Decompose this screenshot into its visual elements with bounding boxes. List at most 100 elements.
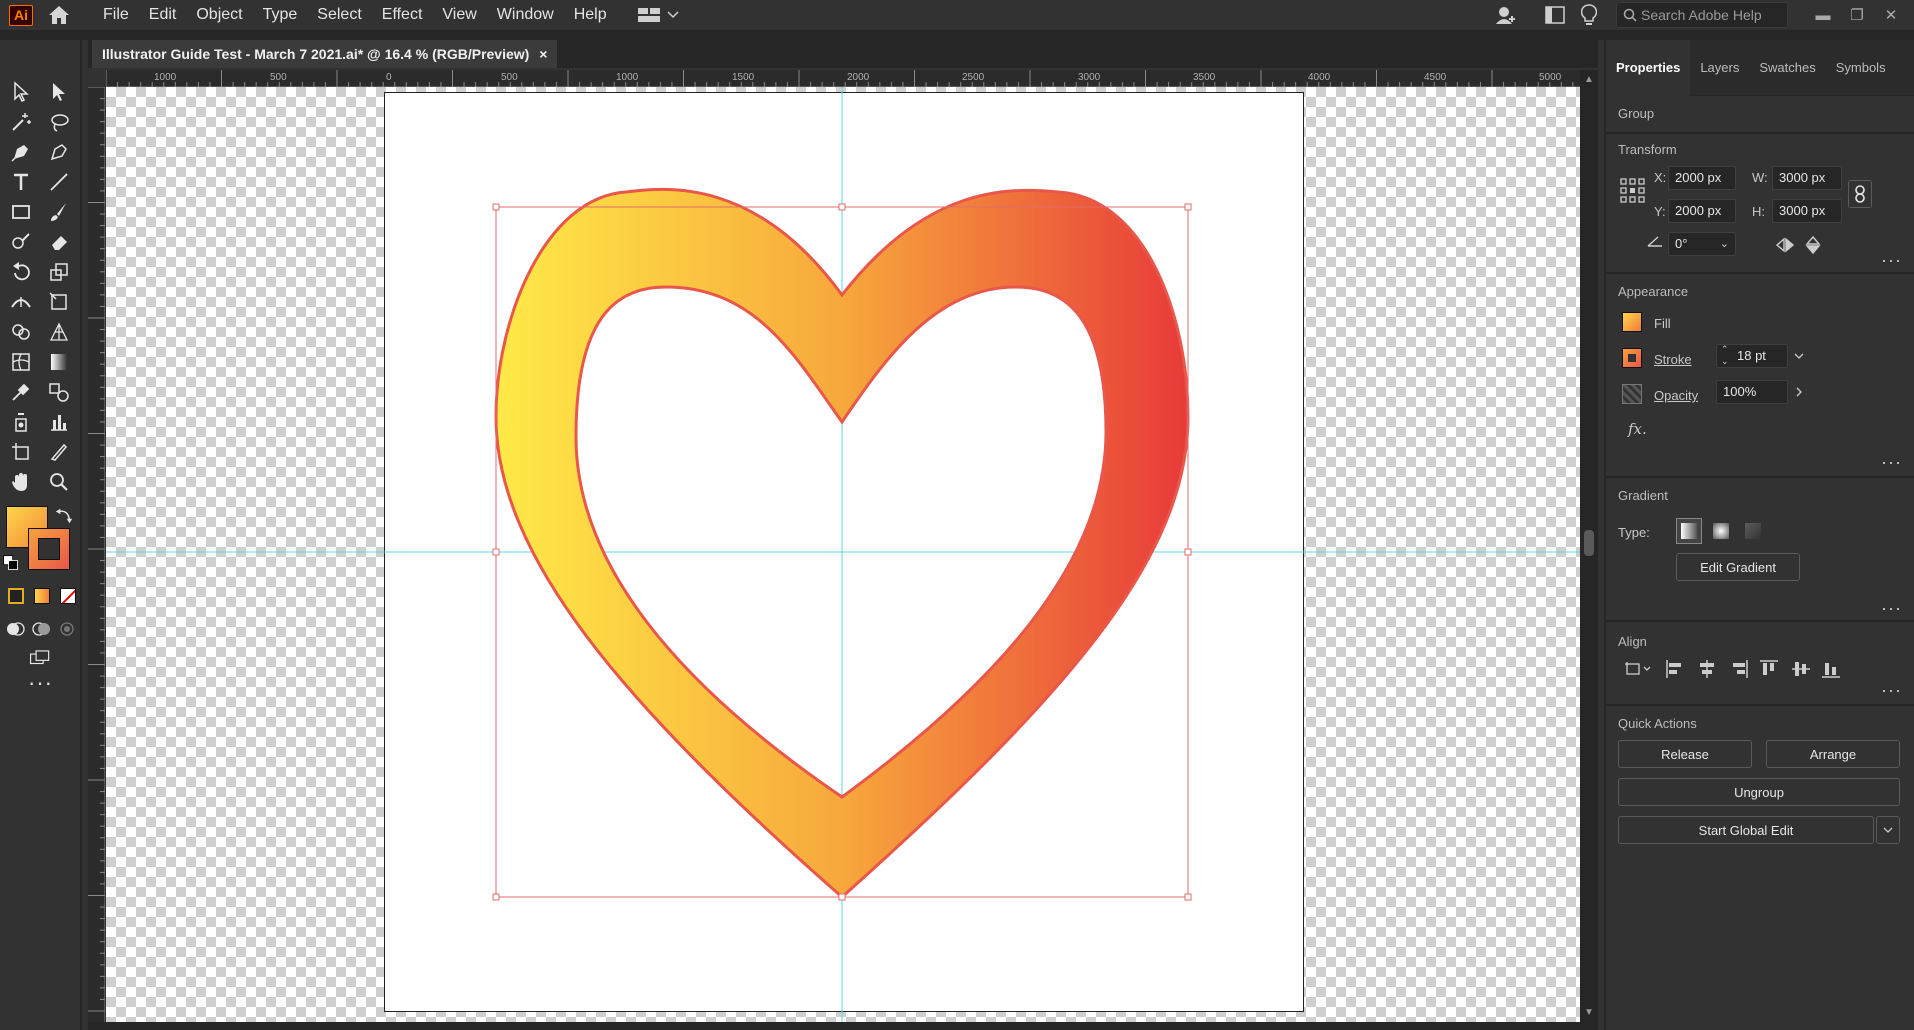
eraser-tool-icon[interactable] bbox=[44, 228, 74, 256]
x-field[interactable]: 2000 px bbox=[1668, 166, 1736, 190]
shaper-tool-icon[interactable] bbox=[6, 228, 36, 256]
lightbulb-icon[interactable] bbox=[1572, 4, 1606, 26]
document-tab[interactable]: Illustrator Guide Test - March 7 2021.ai… bbox=[92, 40, 558, 68]
menu-type[interactable]: Type bbox=[253, 0, 308, 30]
draw-normal-icon[interactable] bbox=[4, 618, 26, 640]
reference-point-icon[interactable] bbox=[1620, 178, 1646, 204]
constrain-proportions-icon[interactable] bbox=[1848, 180, 1872, 208]
arrange-documents-icon[interactable] bbox=[1538, 6, 1572, 24]
hand-tool-icon[interactable] bbox=[6, 468, 36, 496]
scroll-up-icon[interactable]: ▲ bbox=[1584, 74, 1594, 85]
symbol-sprayer-tool-icon[interactable] bbox=[6, 408, 36, 436]
rotate-tool-icon[interactable] bbox=[6, 258, 36, 286]
align-left-icon[interactable] bbox=[1664, 658, 1686, 680]
selection-tool-icon[interactable] bbox=[6, 78, 36, 106]
eyedropper-tool-icon[interactable] bbox=[6, 378, 36, 406]
workspace-switcher[interactable] bbox=[637, 7, 679, 23]
menu-window[interactable]: Window bbox=[487, 0, 564, 30]
close-window-icon[interactable]: ✕ bbox=[1874, 6, 1908, 24]
lasso-tool-icon[interactable] bbox=[44, 108, 74, 136]
menu-select[interactable]: Select bbox=[307, 0, 371, 30]
ungroup-button[interactable]: Ungroup bbox=[1618, 778, 1900, 806]
gradient-more-icon[interactable]: ··· bbox=[1881, 598, 1902, 619]
width-tool-icon[interactable] bbox=[6, 288, 36, 316]
y-field[interactable]: 2000 px bbox=[1668, 199, 1736, 223]
gradient-mode-button[interactable] bbox=[34, 588, 50, 604]
menu-edit[interactable]: Edit bbox=[139, 0, 187, 30]
color-mode-button[interactable] bbox=[8, 588, 24, 604]
chevron-down-icon[interactable]: ⌄ bbox=[1720, 233, 1729, 255]
default-fill-stroke-icon[interactable] bbox=[2, 554, 20, 572]
stroke-label[interactable]: Stroke bbox=[1654, 352, 1692, 367]
align-to-selection-icon[interactable] bbox=[1622, 658, 1654, 680]
global-edit-options-button[interactable] bbox=[1876, 816, 1900, 844]
artboard-tool-icon[interactable] bbox=[6, 438, 36, 466]
release-button[interactable]: Release bbox=[1618, 740, 1752, 768]
mesh-tool-icon[interactable] bbox=[6, 348, 36, 376]
appearance-more-icon[interactable]: ··· bbox=[1881, 452, 1902, 473]
chevron-down-icon[interactable] bbox=[1790, 345, 1808, 367]
canvas[interactable] bbox=[106, 87, 1580, 1022]
menu-effect[interactable]: Effect bbox=[372, 0, 433, 30]
stroke-weight-field[interactable]: ⌃ ⌄ 18 pt bbox=[1716, 344, 1788, 368]
linear-gradient-button[interactable] bbox=[1676, 518, 1702, 544]
gradient-tool-icon[interactable] bbox=[44, 348, 74, 376]
close-tab-icon[interactable]: × bbox=[539, 46, 547, 62]
edit-toolbar-icon[interactable]: ··· bbox=[28, 672, 53, 694]
flip-vertical-icon[interactable] bbox=[1802, 234, 1824, 256]
edit-gradient-button[interactable]: Edit Gradient bbox=[1676, 553, 1800, 581]
menu-object[interactable]: Object bbox=[186, 0, 252, 30]
align-horizontal-center-icon[interactable] bbox=[1696, 658, 1718, 680]
menu-file[interactable]: File bbox=[93, 0, 139, 30]
vertical-scrollbar[interactable]: ▲ ▼ bbox=[1580, 70, 1598, 1022]
minimize-icon[interactable]: ▬ bbox=[1806, 7, 1840, 24]
column-graph-tool-icon[interactable] bbox=[44, 408, 74, 436]
home-icon[interactable] bbox=[45, 3, 73, 27]
share-user-icon[interactable] bbox=[1488, 4, 1522, 26]
freeform-gradient-button[interactable] bbox=[1740, 518, 1766, 544]
screen-mode-icon[interactable] bbox=[24, 646, 56, 670]
tab-layers[interactable]: Layers bbox=[1690, 40, 1749, 96]
opacity-label[interactable]: Opacity bbox=[1654, 388, 1698, 403]
align-vertical-center-icon[interactable] bbox=[1790, 658, 1812, 680]
transform-more-icon[interactable]: ··· bbox=[1881, 250, 1902, 271]
menu-view[interactable]: View bbox=[432, 0, 486, 30]
stroke-swatch[interactable] bbox=[28, 528, 70, 570]
radial-gradient-button[interactable] bbox=[1708, 518, 1734, 544]
stroke-color-swatch[interactable] bbox=[1622, 348, 1642, 368]
chevron-right-icon[interactable] bbox=[1790, 381, 1808, 403]
perspective-grid-tool-icon[interactable] bbox=[44, 318, 74, 346]
swap-fill-stroke-icon[interactable] bbox=[54, 506, 74, 526]
zoom-tool-icon[interactable] bbox=[44, 468, 74, 496]
slice-tool-icon[interactable] bbox=[44, 438, 74, 466]
free-transform-tool-icon[interactable] bbox=[44, 288, 74, 316]
align-right-icon[interactable] bbox=[1728, 658, 1750, 680]
pen-tool-icon[interactable] bbox=[6, 138, 36, 166]
restore-icon[interactable]: ❐ bbox=[1840, 6, 1874, 24]
vertical-ruler[interactable] bbox=[88, 86, 105, 1022]
tab-properties[interactable]: Properties bbox=[1606, 39, 1691, 96]
align-top-icon[interactable] bbox=[1758, 658, 1780, 680]
tab-symbols[interactable]: Symbols bbox=[1826, 40, 1896, 96]
draw-behind-icon[interactable] bbox=[30, 618, 52, 640]
type-tool-icon[interactable] bbox=[6, 168, 36, 196]
paintbrush-tool-icon[interactable] bbox=[44, 198, 74, 226]
direct-selection-tool-icon[interactable] bbox=[44, 78, 74, 106]
magic-wand-tool-icon[interactable] bbox=[6, 108, 36, 136]
arrange-button[interactable]: Arrange bbox=[1766, 740, 1900, 768]
align-more-icon[interactable]: ··· bbox=[1881, 680, 1902, 701]
shape-builder-tool-icon[interactable] bbox=[6, 318, 36, 346]
none-mode-button[interactable] bbox=[60, 588, 76, 604]
flip-horizontal-icon[interactable] bbox=[1774, 234, 1796, 256]
stroke-stepper-icon[interactable]: ⌃ ⌄ bbox=[1721, 343, 1729, 367]
scroll-thumb[interactable] bbox=[1584, 530, 1594, 556]
height-field[interactable]: 3000 px bbox=[1772, 199, 1842, 223]
opacity-field[interactable]: 100% bbox=[1716, 380, 1788, 404]
rotate-field[interactable]: 0° ⌄ bbox=[1668, 232, 1736, 256]
scale-tool-icon[interactable] bbox=[44, 258, 74, 286]
fx-button[interactable]: fx. bbox=[1628, 420, 1647, 438]
draw-inside-icon[interactable] bbox=[56, 618, 78, 640]
start-global-edit-button[interactable]: Start Global Edit bbox=[1618, 816, 1874, 844]
align-bottom-icon[interactable] bbox=[1820, 658, 1842, 680]
blend-tool-icon[interactable] bbox=[44, 378, 74, 406]
